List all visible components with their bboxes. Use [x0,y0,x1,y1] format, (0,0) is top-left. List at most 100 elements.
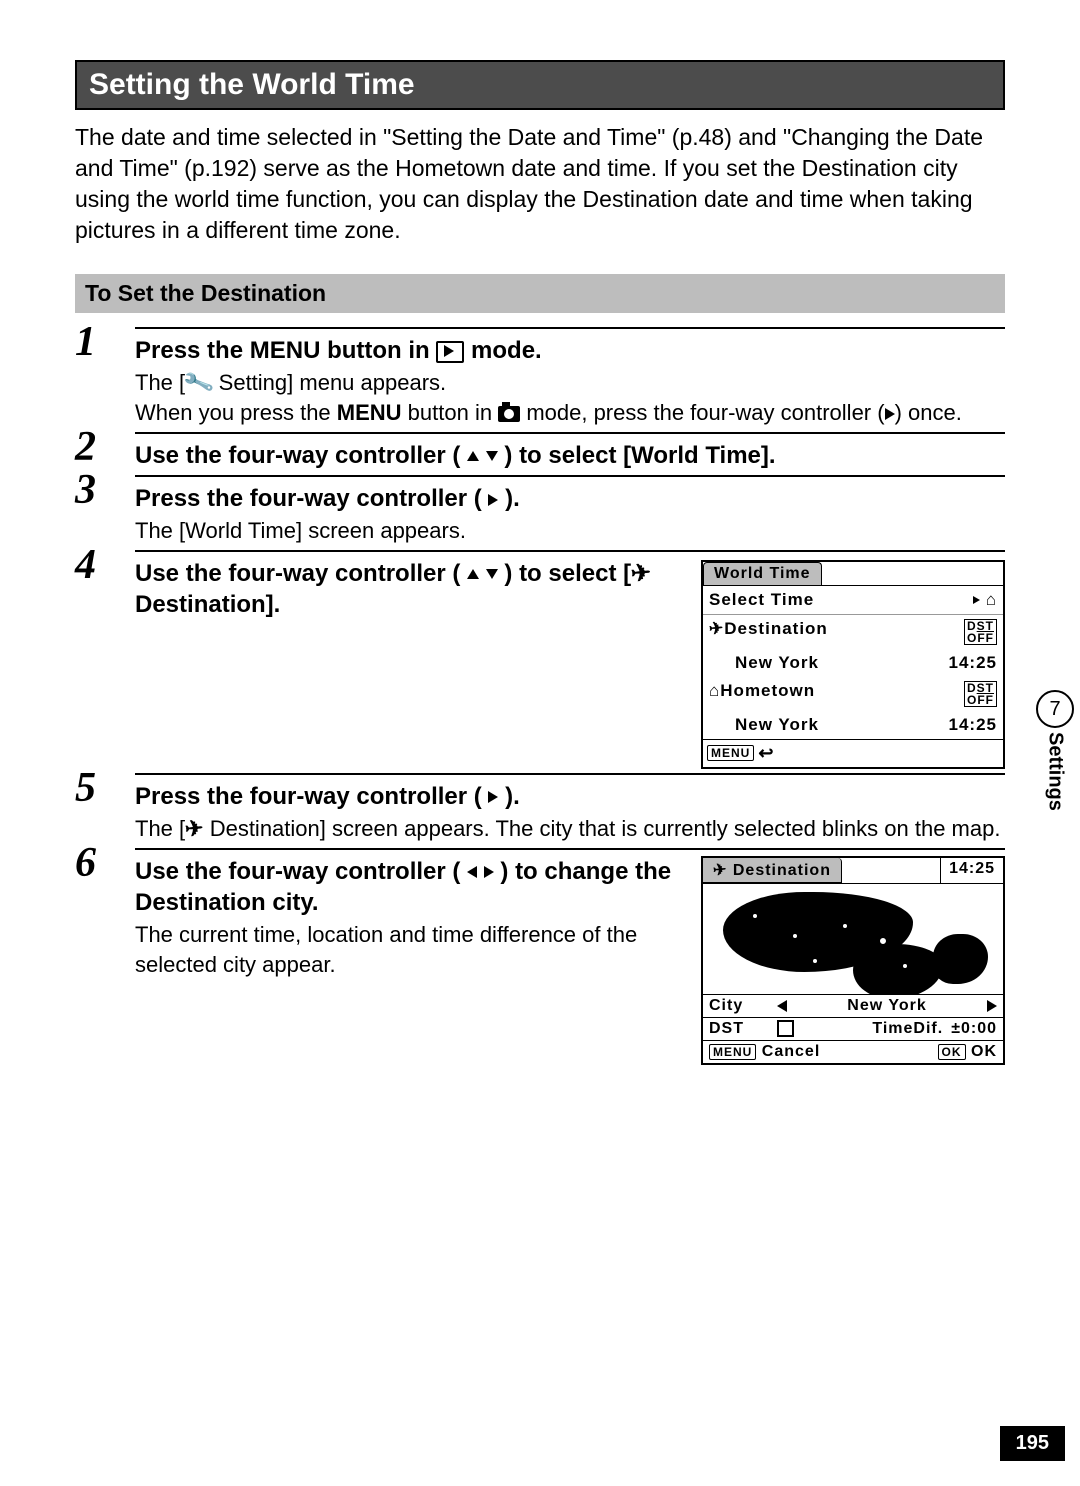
down-icon [486,451,498,461]
dst-badge: DSTOFF [964,681,997,707]
text: Use the four-way controller ( [135,560,460,587]
text: Setting] menu appears. [213,370,447,395]
selection-indicator: ⌂ [973,590,997,610]
time-value: 14:25 [949,653,997,673]
playback-mode-icon [436,341,464,363]
world-time-screen: World Time Select Time ⌂ ✈Destination DS… [701,560,1005,769]
time-value: 14:25 [940,858,1003,883]
label: Select Time [709,590,814,610]
city-row: City New York [703,994,1003,1017]
step-instruction: Press the four-way controller ( ). [135,781,1005,812]
menu-text: MENU [337,400,402,425]
text: button in [402,400,499,425]
home-icon: ⌂ [709,681,720,701]
step-body: The [✈ Destination] screen appears. The … [135,814,1005,844]
menu-return-row: MENU [703,739,1003,767]
section-header: Setting the World Time [75,60,1005,110]
text: Press the [135,337,250,364]
down-icon [486,569,498,579]
timedif-value: ±0:00 [951,1020,997,1038]
chapter-label: Settings [1044,732,1067,811]
step-number: 1 [75,321,96,363]
city-value: New York [709,715,819,735]
step-body: The [World Time] screen appears. [135,516,1005,546]
label: Hometown [720,681,815,700]
step-number: 4 [75,544,96,586]
menu-text: MENU [250,337,321,364]
subsection-header: To Set the Destination [75,274,1005,313]
right-icon [488,494,498,506]
dst-row: DST TimeDif. ±0:00 [703,1017,1003,1040]
chapter-tab: 7 Settings [1030,690,1080,811]
ok-button-icon: OK [938,1044,966,1060]
step-6: 6 Use the four-way controller ( ) to cha… [75,848,1005,1065]
label: Destination [733,862,831,879]
city-value: New York [709,653,819,673]
text: The [ [135,816,185,841]
menu-button-icon: MENU [707,745,754,761]
step-instruction: Use the four-way controller ( ) to chang… [135,856,681,918]
text: ). [505,485,520,512]
page-number: 195 [1000,1426,1065,1461]
right-icon [484,866,494,878]
step-5: 5 Press the four-way controller ( ). The… [75,773,1005,844]
bottom-row: MENU Cancel OK OK [703,1040,1003,1063]
step-4: 4 Use the four-way controller ( ) to sel… [75,550,1005,769]
screen-title: World Time [703,562,822,585]
up-icon [467,451,479,461]
text: Press the four-way controller ( [135,783,482,810]
step-body: The [🔧 Setting] menu appears. When you p… [135,368,1005,427]
step-instruction: Press the four-way controller ( ). [135,483,1005,514]
menu-button-icon: MENU [709,1044,756,1060]
plane-icon: ✈ [184,813,205,844]
step-number: 6 [75,842,96,884]
text: Use the four-way controller ( [135,442,460,469]
return-icon [758,743,774,764]
text: ) once. [895,400,962,425]
hometown-city-row: New York 14:25 [709,711,997,739]
text: ) to select [World Time]. [504,442,775,469]
text: mode. [471,337,542,364]
text: Destination] screen appears. The city th… [204,816,1001,841]
intro-paragraph: The date and time selected in "Setting t… [75,122,1005,246]
step-instruction: Use the four-way controller ( ) to selec… [135,440,1005,471]
time-value: 14:25 [949,715,997,735]
step-3: 3 Press the four-way controller ( ). The… [75,475,1005,546]
step-instruction: Press the MENU button in mode. [135,335,1005,366]
destination-screen: ✈ Destination 14:25 [701,856,1005,1065]
text: mode, press the four-way controller ( [520,400,884,425]
step-instruction: Use the four-way controller ( ) to selec… [135,558,681,620]
plane-icon: ✈ [712,859,728,880]
text: Press the four-way controller ( [135,485,482,512]
destination-city-row: New York 14:25 [709,649,997,677]
plane-icon: ✈ [708,618,725,639]
chapter-number: 7 [1036,690,1074,728]
setting-icon: 🔧 [181,365,217,402]
world-map [703,884,1003,994]
home-icon: ⌂ [986,590,997,610]
step-2: 2 Use the four-way controller ( ) to sel… [75,432,1005,471]
destination-row: ✈Destination DSTOFF [709,615,997,649]
text: button in [327,337,436,364]
text: ) to select [ [504,560,631,587]
step-number: 2 [75,426,96,468]
right-icon [885,408,895,420]
up-icon [467,569,479,579]
text: Use the four-way controller ( [135,858,460,885]
right-icon [987,1000,997,1012]
select-time-row: Select Time ⌂ [709,586,997,614]
left-icon [777,1000,787,1012]
hometown-row: ⌂Hometown DSTOFF [709,677,997,711]
label: DST [709,1020,769,1038]
screen-title: ✈ Destination [703,858,842,883]
label: City [709,997,769,1015]
checkbox-icon [777,1020,794,1037]
text: Destination]. [135,591,280,618]
step-1: 1 Press the MENU button in mode. The [🔧 … [75,327,1005,428]
step-number: 3 [75,469,96,511]
right-icon [488,791,498,803]
capture-mode-icon [498,406,520,422]
dst-badge: DSTOFF [964,619,997,645]
label: Destination [724,619,828,638]
plane-icon: ✈ [630,557,653,590]
